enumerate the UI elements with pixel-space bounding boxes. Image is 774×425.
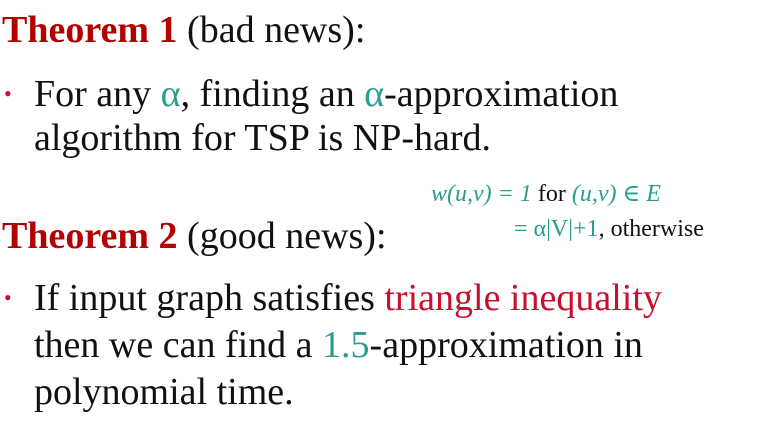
alpha-symbol: α bbox=[364, 73, 385, 115]
theorem-1-line-2: algorithm for TSP is NP-hard. bbox=[34, 117, 492, 159]
theorem-2-line-2: then we can find a 1.5-approximation in bbox=[34, 323, 643, 367]
theorem-2-title: Theorem 2 bbox=[2, 215, 178, 257]
theorem-1-text-c: -approximation bbox=[384, 73, 619, 115]
weight-formula-value: = α|V|+1 bbox=[514, 216, 599, 242]
theorem-1-line-1: For any α, finding an α-approximation bbox=[34, 72, 618, 116]
theorem-2-bullet: • bbox=[4, 285, 12, 310]
theorem-1-text-a: For any bbox=[34, 73, 161, 115]
theorem-2-line-3: polynomial time. bbox=[34, 371, 294, 413]
theorem-2-text-a: If input graph satisfies bbox=[34, 277, 385, 319]
theorem-2-heading: Theorem 2 (good news): bbox=[2, 214, 387, 258]
theorem-1-title: Theorem 1 bbox=[2, 9, 178, 51]
weight-formula-edge-set: (u,v) ∈ E bbox=[571, 181, 661, 207]
theorem-1-bullet: • bbox=[4, 81, 12, 106]
alpha-symbol: α bbox=[160, 73, 181, 115]
theorem-2-text-b: then we can find a bbox=[34, 324, 323, 366]
weight-formula-line-1: w(u,v) = 1 for (u,v) ∈ E bbox=[431, 180, 661, 208]
weight-formula-lhs: w(u,v) = 1 bbox=[431, 181, 532, 207]
theorem-1-heading: Theorem 1 (bad news): bbox=[2, 8, 365, 52]
weight-formula-line-2: = α|V|+1, otherwise bbox=[514, 215, 704, 243]
weight-formula-otherwise: , otherwise bbox=[598, 216, 704, 242]
theorem-1-text-b: , finding an bbox=[180, 73, 365, 115]
triangle-inequality-highlight: triangle inequality bbox=[384, 277, 662, 319]
theorem-2-line-1: If input graph satisfies triangle inequa… bbox=[34, 276, 662, 320]
theorem-2-text-c: -approximation in bbox=[369, 324, 643, 366]
weight-formula-for: for bbox=[531, 181, 572, 207]
theorem-1-subtitle: (bad news): bbox=[177, 9, 366, 51]
theorem-2-subtitle: (good news): bbox=[177, 215, 387, 257]
approximation-ratio: 1.5 bbox=[322, 324, 370, 366]
